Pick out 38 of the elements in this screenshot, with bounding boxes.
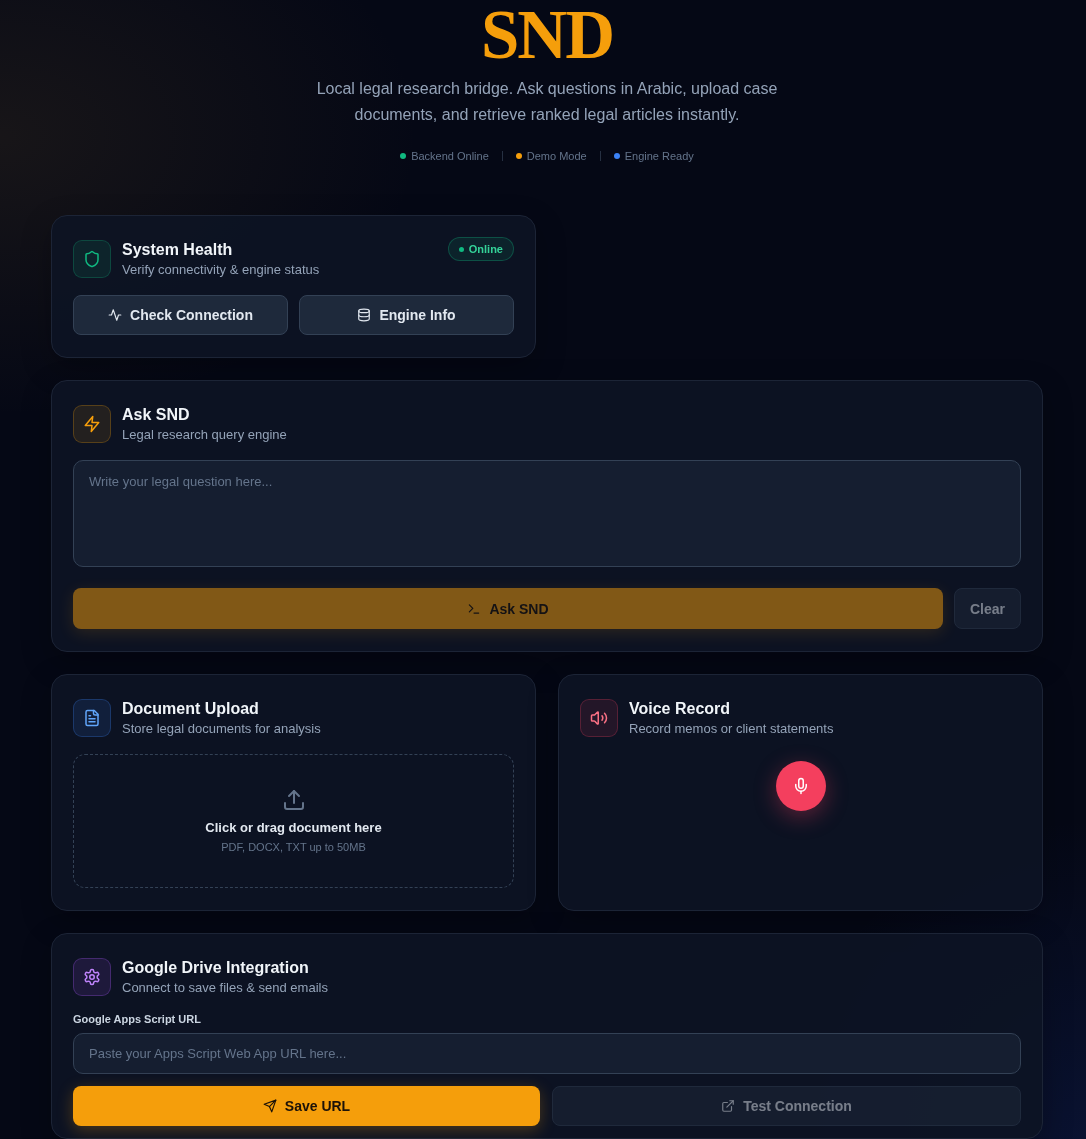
card-subtitle: Verify connectivity & engine status [122, 261, 321, 278]
document-icon [73, 699, 111, 737]
field-label: Google Apps Script URL [73, 1012, 202, 1026]
save-url-button[interactable]: Save URL [73, 1086, 540, 1126]
dot-icon [458, 246, 464, 252]
card-subtitle: Record memos or client statements [629, 720, 835, 737]
upload-dropzone[interactable]: Click or drag document here PDF, DOCX, TXT up to 50MB [73, 754, 514, 888]
upload-icon [281, 788, 306, 812]
dropzone-hint: PDF, DOCX, TXT up to 50MB [221, 840, 366, 854]
status-label: Demo Mode [526, 149, 587, 164]
engine-info-button[interactable]: Engine Info [299, 295, 514, 335]
shield-icon [73, 240, 111, 278]
question-field[interactable]: Write your legal question here... [73, 460, 1021, 567]
card-title: Document Upload [122, 699, 260, 719]
send-icon [262, 1099, 277, 1113]
app-title: SND [480, 1, 613, 70]
card-title: System Health [122, 240, 234, 260]
card-title: Google Drive Integration [122, 958, 310, 978]
speaker-icon [580, 699, 618, 737]
status-label: Engine Ready [624, 149, 694, 164]
status-label: Backend Online [411, 149, 489, 164]
database-icon [357, 308, 372, 322]
check-connection-button[interactable]: Check Connection [73, 295, 288, 335]
record-button[interactable] [775, 761, 826, 811]
badge-label: Online [468, 242, 503, 256]
card-subtitle: Legal research query engine [122, 426, 288, 443]
settings-icon [73, 958, 111, 996]
dropzone-label: Click or drag document here [205, 820, 382, 836]
url-field[interactable]: Paste your Apps Script Web App URL here... [73, 1033, 1021, 1074]
card-title: Voice Record [629, 699, 732, 719]
terminal-icon [467, 601, 482, 616]
card-title: Ask SND [122, 405, 191, 425]
lightning-icon [73, 405, 111, 443]
app-tagline: Local legal research bridge. Ask questions in Arabic, upload case documents, and retrieve ranked legal articles instantly. [315, 79, 779, 125]
pulse-icon [108, 308, 123, 322]
card-subtitle: Store legal documents for analysis [122, 720, 322, 737]
external-link-icon [721, 1099, 736, 1113]
card-subtitle: Connect to save files & send emails [122, 979, 329, 996]
